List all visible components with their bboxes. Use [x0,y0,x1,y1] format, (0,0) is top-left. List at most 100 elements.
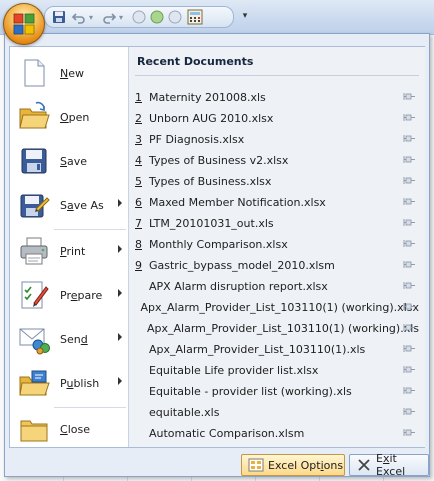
submenu-arrow-icon [118,289,122,297]
save-as-label: Save As [60,198,104,212]
recent-document-item[interactable]: 7 LTM_20101031_out.xls [135,213,419,233]
pin-icon[interactable] [403,176,415,185]
recent-document-item[interactable]: Apx_Alarm_Provider_List_103110(1) (worki… [135,297,420,317]
quick-access-toolbar: ▾ ▾ [44,6,234,28]
exit-excel-button[interactable]: Exit Excel [349,452,429,478]
office-menu: New Open Save Save As Print Prepare Send… [4,33,430,478]
redo-dropdown-icon[interactable]: ▾ [117,9,125,25]
recent-document-name: Unborn AUG 2010.xlsx [149,111,274,125]
customize-qat-icon[interactable]: ▾ [238,8,252,24]
send-label: Send [60,332,88,346]
recent-document-name: equitable.xls [149,405,220,419]
recent-document-number: 5 [135,174,142,188]
pin-icon[interactable] [403,281,415,290]
open-command[interactable]: Open [14,97,126,137]
prepare-command[interactable]: Prepare [14,275,126,315]
pin-icon[interactable] [403,197,415,206]
submenu-arrow-icon [118,199,122,207]
recent-document-name: Equitable - provider list (working).xls [149,384,352,398]
print-label: Print [60,244,86,258]
pin-icon[interactable] [403,365,415,374]
pin-icon[interactable] [403,323,415,332]
recent-document-name: Monthly Comparison.xlsx [149,237,288,251]
recent-document-name: Maxed Member Notification.xlsx [149,195,326,209]
send-icon [19,328,50,355]
print-command[interactable]: Print [14,231,126,271]
open-folder-icon [19,101,50,129]
recent-document-name: Apx_Alarm_Provider_List_103110(1) (worki… [140,300,420,314]
recent-document-item[interactable]: 1 Maternity 201008.xls [135,87,419,107]
recent-documents-title: Recent Documents [137,55,254,68]
recent-document-number: 8 [135,237,142,251]
submenu-arrow-icon [118,245,122,253]
recent-document-item[interactable]: APX Alarm disruption report.xlsx [135,276,419,296]
recent-document-item[interactable]: 2 Unborn AUG 2010.xlsx [135,108,419,128]
pin-icon[interactable] [403,260,415,269]
menu-commands: New Open Save Save As Print Prepare Send… [10,47,128,447]
exit-icon [358,459,370,471]
prepare-icon [21,281,49,309]
recent-document-item[interactable]: 6 Maxed Member Notification.xlsx [135,192,419,212]
office-logo-icon [13,13,35,35]
publish-icon [19,370,50,396]
submenu-arrow-icon [118,377,122,385]
close-command[interactable]: Close [14,409,126,449]
office-menu-body: New Open Save Save As Print Prepare Send… [9,46,425,448]
recent-document-number: 3 [135,132,142,146]
recent-document-item[interactable]: Apx_Alarm_Provider_List_103110(1).xls [135,339,419,359]
send-command[interactable]: Send [14,319,126,359]
publish-command[interactable]: Publish [14,363,126,403]
qat-calculator-icon[interactable] [187,9,203,25]
recent-document-item[interactable]: 9 Gastric_bypass_model_2010.xlsm [135,255,419,275]
pin-icon[interactable] [403,344,415,353]
pin-icon[interactable] [403,386,415,395]
recent-documents-panel: Recent Documents 1 Maternity 201008.xls 2 U… [128,47,425,447]
pin-icon[interactable] [403,155,415,164]
recent-document-item[interactable]: Equitable - provider list (working).xls [135,381,419,401]
pin-icon[interactable] [403,92,415,101]
qat-undo-icon[interactable] [71,9,87,25]
pin-icon[interactable] [403,407,415,416]
recent-document-name: Types of Business v2.xlsx [149,153,289,167]
save-as-command[interactable]: Save As [14,185,126,225]
recent-document-number: 9 [135,258,142,272]
qat-shape-icon[interactable] [167,9,183,25]
recent-document-number: 1 [135,90,142,104]
excel-options-button[interactable]: Excel Options [241,454,345,476]
office-button[interactable] [3,3,45,45]
recent-document-name: Maternity 201008.xls [149,90,266,104]
recent-document-item[interactable]: 3 PF Diagnosis.xlsx [135,129,419,149]
qat-shape-icon[interactable] [131,9,147,25]
recent-document-name: Apx_Alarm_Provider_List_103110(1).xls [149,342,366,356]
recent-document-item[interactable]: 5 Types of Business.xlsx [135,171,419,191]
recent-document-item[interactable]: 8 Monthly Comparison.xlsx [135,234,419,254]
recent-document-item[interactable]: Apx_Alarm_Provider_List_103110(1) (worki… [135,318,419,338]
exit-excel-label: Exit Excel [376,452,406,478]
save-label: Save [60,154,88,168]
new-label: New [60,66,84,80]
recent-document-name: Apx_Alarm_Provider_List_103110(1) (worki… [147,321,419,335]
recent-document-number: 7 [135,216,142,230]
recent-document-item[interactable]: 4 Types of Business v2.xlsx [135,150,419,170]
recent-document-item[interactable]: equitable.xls [135,402,419,422]
recent-document-item[interactable]: Automatic Comparison.xlsm [135,423,419,443]
qat-shape-green-icon[interactable] [149,9,165,25]
pin-icon[interactable] [403,218,415,227]
excel-options-label: Excel Options [268,458,344,472]
pin-icon[interactable] [403,428,415,437]
pin-icon[interactable] [403,134,415,143]
recent-document-item[interactable]: Equitable Life provider list.xlsx [135,360,419,380]
pin-icon[interactable] [403,113,415,122]
undo-dropdown-icon[interactable]: ▾ [87,9,95,25]
save-command[interactable]: Save [14,141,126,181]
submenu-arrow-icon [118,333,122,341]
qat-save-icon[interactable] [51,9,67,25]
qat-redo-icon[interactable] [101,9,117,25]
menu-divider [54,407,126,408]
title-bar: ▾ ▾ ▾ [0,0,434,35]
recent-document-number: 6 [135,195,142,209]
pin-icon[interactable] [403,302,415,311]
new-command[interactable]: New [14,53,126,93]
recent-document-name: APX Alarm disruption report.xlsx [149,279,328,293]
pin-icon[interactable] [403,239,415,248]
